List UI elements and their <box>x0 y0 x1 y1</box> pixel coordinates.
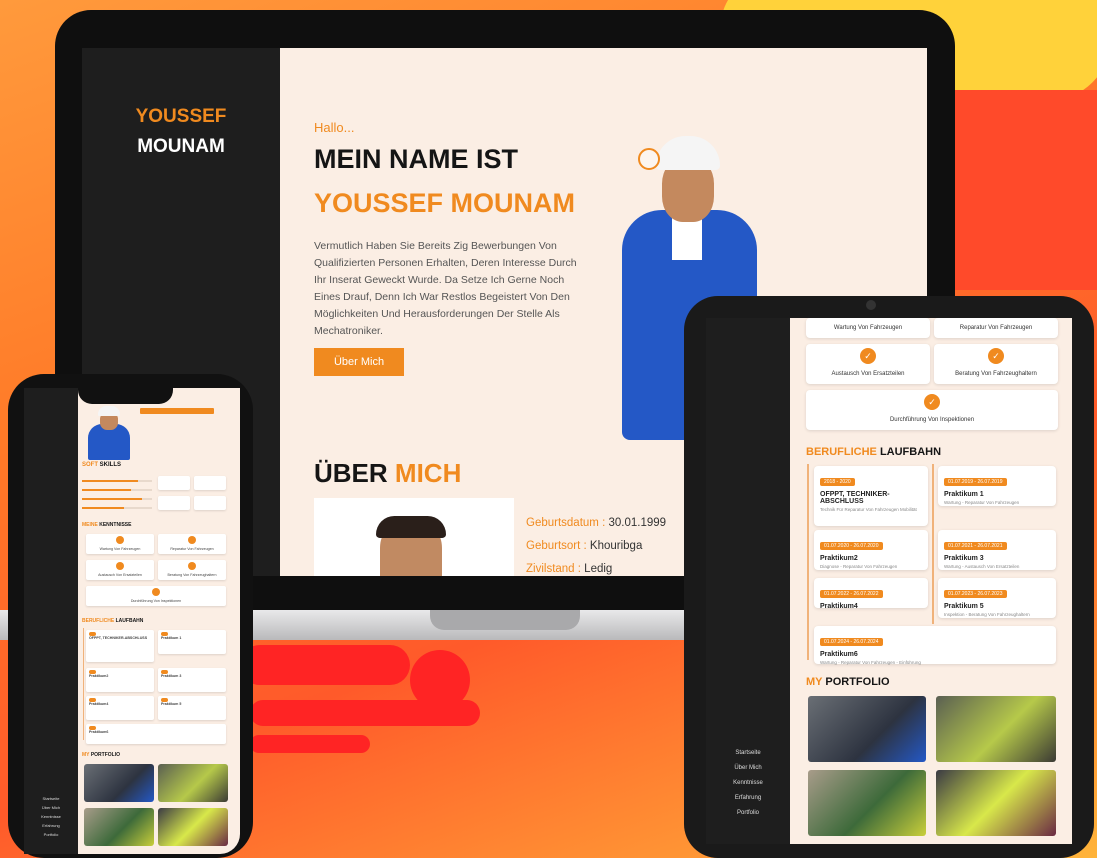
tablet-nav-experience[interactable]: Erfahrung <box>706 795 790 801</box>
fact-status: Zivilstand : Ledig <box>526 563 613 575</box>
timeline-line <box>83 628 84 740</box>
portfolio-title: MY PORTFOLIO <box>806 676 890 688</box>
portfolio-photo[interactable] <box>84 808 154 846</box>
phone-knowledge-title: MEINE KENNTNISSE <box>82 522 132 528</box>
about-facts: Geburtsdatum : 30.01.1999 Geburtsort : K… <box>526 512 666 576</box>
career-entry: Praktikum 5 <box>158 696 226 720</box>
wrench-icon <box>116 562 124 570</box>
career-entry: 01.07.2019 - 26.07.2019 Praktikum 1 Wart… <box>938 466 1056 506</box>
background-red-shape <box>950 90 1097 290</box>
service-card: Austausch Von Ersatzteilen <box>86 560 154 580</box>
phone-nav-experience[interactable]: Erfahrung <box>24 823 78 828</box>
tablet-nav-knowledge[interactable]: Kenntnisse <box>706 780 790 786</box>
tablet-nav-about[interactable]: Über Mich <box>706 765 790 771</box>
about-title-b: MICH <box>394 458 462 488</box>
skill-bar <box>82 480 152 482</box>
background-red-stripe <box>240 645 410 685</box>
phone-nav-knowledge[interactable]: Kenntnisse <box>24 814 78 819</box>
wrench-icon: ✓ <box>924 394 940 410</box>
fact-birthplace: Geburtsort : Khouribga <box>526 540 643 552</box>
skill-bar <box>82 498 152 500</box>
service-card: Reparatur Von Fahrzeugen <box>934 318 1058 338</box>
career-title: BERUFLICHE LAUFBAHN <box>806 446 942 458</box>
service-card: Wartung Von Fahrzeugen <box>806 318 930 338</box>
hero-title: MEIN NAME IST <box>314 144 519 174</box>
hero-intro: Vermutlich Haben Sie Bereits Zig Bewerbu… <box>314 240 577 337</box>
service-card: ✓ Beratung Von Fahrzeughaltern <box>934 344 1058 384</box>
service-card: ✓ Austausch Von Ersatzteilen <box>806 344 930 384</box>
about-title-a: ÜBER <box>314 458 388 488</box>
career-entry: 2018 - 2020 OFPPT, TECHNIKER-ABSCHLUSS T… <box>814 466 928 526</box>
service-card: Wartung Von Fahrzeugen <box>86 534 154 554</box>
phone-nav-portfolio[interactable]: Portfolio <box>24 832 78 837</box>
about-title: ÜBER MICH <box>314 458 461 489</box>
hero-name: YOUSSEF MOUNAM <box>314 188 576 218</box>
phone-portfolio-title: MY PORTFOLIO <box>82 752 120 758</box>
hero-greeting: Hallo... <box>314 120 355 135</box>
service-card: Durchführung Von Inspektionen <box>86 586 226 606</box>
stat-card <box>158 496 190 510</box>
skill-bar <box>82 507 152 509</box>
wrench-icon <box>116 536 124 544</box>
background-red-stripe-2 <box>250 700 480 726</box>
phone-sidebar: Startseite Über Mich Kenntnisse Erfahrun… <box>24 388 78 854</box>
phone-screen: Startseite Über Mich Kenntnisse Erfahrun… <box>24 388 240 854</box>
fact-birthdate: Geburtsdatum : 30.01.1999 <box>526 517 667 529</box>
stat-card <box>194 496 226 510</box>
wrench-icon <box>188 536 196 544</box>
tablet-camera <box>866 300 876 310</box>
career-entry: 01.07.2020 - 26.07.2020 Praktikum2 Diagn… <box>814 530 928 570</box>
tablet-screen: Startseite Über Mich Kenntnisse Erfahrun… <box>706 318 1072 844</box>
tablet-nav-portfolio[interactable]: Portfolio <box>706 810 790 816</box>
timeline-line <box>807 464 809 660</box>
tablet-nav-home[interactable]: Startseite <box>706 750 790 756</box>
wrench-icon <box>152 588 160 596</box>
about-photo <box>314 498 514 576</box>
career-entry: Praktikum2 <box>86 668 154 692</box>
portfolio-photo[interactable] <box>158 808 228 846</box>
portfolio-photo[interactable] <box>936 696 1056 762</box>
portfolio-photo[interactable] <box>936 770 1056 836</box>
career-entry: Praktikum6 <box>86 724 226 744</box>
career-entry: 01.07.2021 - 26.07.2021 Praktikum 3 Wart… <box>938 530 1056 570</box>
phone-career-title: BERUFLICHE LAUFBAHN <box>82 618 144 624</box>
logo-last-name[interactable]: MOUNAM <box>82 136 280 158</box>
phone-nav-about[interactable]: Über Mich <box>24 805 78 810</box>
wrench-icon <box>188 562 196 570</box>
logo-first-name[interactable]: YOUSSEF <box>82 106 280 128</box>
phone-notch <box>78 380 173 404</box>
background-red-stripe-3 <box>250 735 370 753</box>
wrench-icon: ✓ <box>988 348 1004 364</box>
career-entry: OFPPT, TECHNIKER-ABSCHLUSS <box>86 630 154 662</box>
laptop-notch <box>430 610 580 630</box>
portfolio-photo[interactable] <box>808 696 926 762</box>
service-card: Beratung Von Fahrzeughaltern <box>158 560 226 580</box>
phone-nav-home[interactable]: Startseite <box>24 796 78 801</box>
service-card: ✓ Durchführung Von Inspektionen <box>806 390 1058 430</box>
career-entry: 01.07.2022 - 26.07.2022 Praktikum4 <box>814 578 928 610</box>
stat-card <box>194 476 226 490</box>
career-entry: 01.07.2024 - 26.07.2024 Praktikum6 Wartu… <box>814 626 1056 665</box>
career-entry: Praktikum4 <box>86 696 154 720</box>
wrench-icon: ✓ <box>860 348 876 364</box>
service-card: Reparatur Von Fahrzeugen <box>158 534 226 554</box>
skill-bar <box>82 489 152 491</box>
timeline-line <box>932 464 934 624</box>
career-entry: Praktikum 1 <box>158 630 226 654</box>
career-entry: Praktikum 3 <box>158 668 226 692</box>
portfolio-photo[interactable] <box>158 764 228 802</box>
tablet-sidebar: Startseite Über Mich Kenntnisse Erfahrun… <box>706 318 790 844</box>
phone-portrait <box>84 406 134 460</box>
phone-about-button[interactable] <box>140 408 214 414</box>
phone-skills-title: SOFT SKILLS <box>82 462 122 468</box>
portfolio-photo[interactable] <box>84 764 154 802</box>
stat-card <box>158 476 190 490</box>
about-me-button[interactable]: Über Mich <box>314 348 404 376</box>
career-entry: 01.07.2023 - 26.07.2023 Praktikum 5 Insp… <box>938 578 1056 618</box>
portfolio-photo[interactable] <box>808 770 926 836</box>
